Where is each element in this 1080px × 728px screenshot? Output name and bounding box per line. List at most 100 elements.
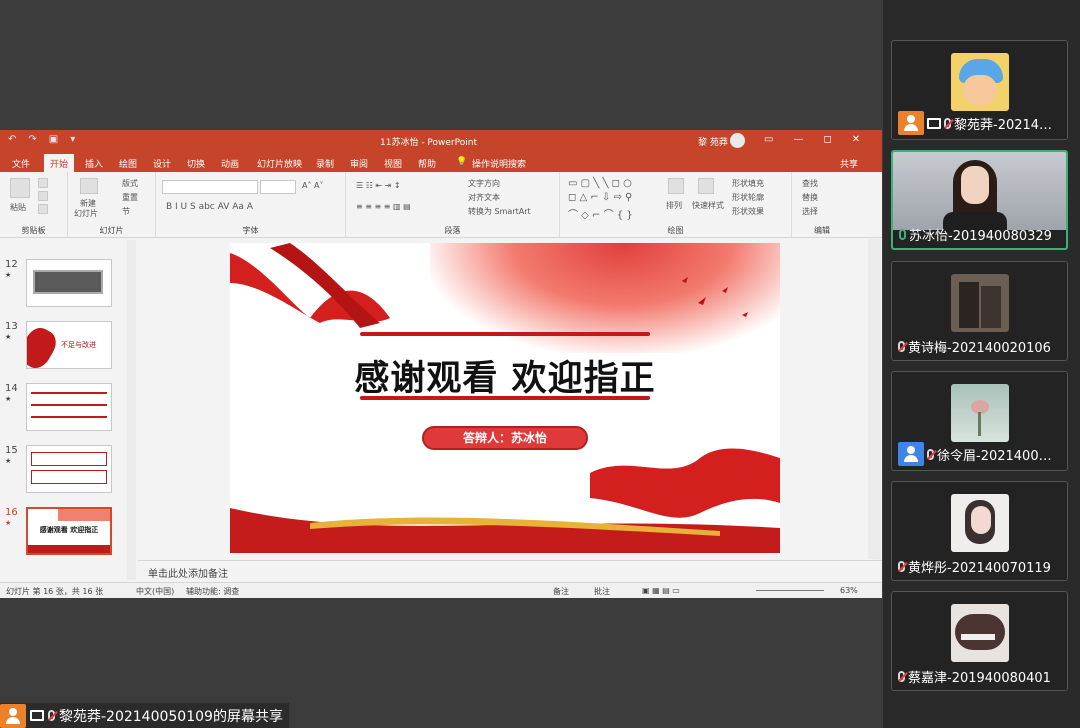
quick-styles-icon[interactable]: [698, 178, 714, 194]
format-painter-icon[interactable]: [38, 204, 48, 214]
ribbon-display-icon[interactable]: ▭: [764, 134, 773, 145]
slideshow-icon[interactable]: ▣: [49, 134, 58, 145]
font-size-buttons[interactable]: A˄ A˅: [302, 181, 324, 190]
avatar: [951, 274, 1009, 332]
font-name-input[interactable]: [162, 180, 258, 194]
document-title: 11苏冰怡 - PowerPoint: [380, 138, 477, 148]
user-avatar[interactable]: [730, 133, 745, 148]
thumb-number: 14: [5, 383, 18, 394]
thumb-number: 16: [5, 507, 18, 518]
slide-thumbnail-13[interactable]: 不足与改进: [26, 321, 112, 369]
comments-button[interactable]: 批注: [594, 586, 610, 597]
maximize-icon[interactable]: ◻: [823, 134, 831, 145]
shape-outline-button[interactable]: 形状轮廓: [732, 192, 764, 203]
replace-button[interactable]: 替换: [802, 192, 818, 203]
tell-me-search[interactable]: 操作说明搜索: [472, 157, 526, 170]
slide-thumbnail-12[interactable]: [26, 259, 112, 307]
view-buttons[interactable]: ▣ ▦ ▤ ▭: [642, 586, 680, 595]
shape-effects-button[interactable]: 形状效果: [732, 206, 764, 217]
mic-muted-icon: [898, 561, 905, 572]
mic-on-icon: [899, 229, 906, 240]
participant-name: 黎苑莽-20214…: [954, 117, 1053, 133]
tab-design[interactable]: 设计: [153, 157, 171, 170]
participant-label: 黎苑莽-20214…: [898, 111, 1052, 135]
thumb-number: 12: [5, 259, 18, 270]
close-icon[interactable]: ✕: [852, 134, 860, 145]
participant-tile[interactable]: 黄诗梅-202140020106: [891, 261, 1068, 361]
slide-thumbnail-15[interactable]: [26, 445, 112, 493]
paste-icon[interactable]: [10, 178, 30, 198]
new-slide-label-2[interactable]: 幻灯片: [74, 208, 98, 219]
redo-icon[interactable]: ↷: [28, 134, 36, 145]
shape-fill-button[interactable]: 形状填充: [732, 178, 764, 189]
participant-tile[interactable]: 徐令眉-2021400…: [891, 371, 1068, 471]
participant-tile[interactable]: 黎苑莽-20214…: [891, 40, 1068, 140]
reset-button[interactable]: 重置: [122, 192, 138, 203]
tab-transitions[interactable]: 切换: [187, 157, 205, 170]
slide-thumbnail-16[interactable]: 感谢观看 欢迎指正: [26, 507, 112, 555]
drawing-group-label: 绘图: [667, 226, 684, 235]
section-button[interactable]: 节: [122, 206, 130, 217]
list-buttons[interactable]: ☰ ☷ ⇤ ⇥ ↕: [356, 181, 401, 190]
tab-draw[interactable]: 绘图: [119, 157, 137, 170]
minimize-icon[interactable]: —: [793, 134, 803, 145]
user-icon: [0, 703, 26, 728]
shapes-gallery-row-2[interactable]: ◻ △ ⌐ ⇩ ⇨ ⚲: [568, 192, 632, 203]
notes-button[interactable]: 备注: [553, 586, 569, 597]
zoom-slider[interactable]: [756, 590, 824, 591]
mic-muted-icon: [944, 117, 951, 129]
arrange-icon[interactable]: [668, 178, 684, 194]
notes-pane[interactable]: 单击此处添加备注: [138, 560, 882, 582]
participant-tile[interactable]: 蔡嘉津-201940080401: [891, 591, 1068, 691]
undo-icon[interactable]: ↶: [8, 134, 16, 145]
text-direction-button[interactable]: 文字方向: [468, 178, 500, 189]
participant-label: 苏冰怡-201940080329: [899, 225, 1052, 244]
screen-share-label: 黎苑莽-202140050109的屏幕共享: [59, 708, 283, 725]
participant-tile-speaking[interactable]: 苏冰怡-201940080329: [891, 150, 1068, 250]
tab-insert[interactable]: 插入: [85, 157, 103, 170]
font-group-label: 字体: [242, 226, 259, 235]
mic-muted-icon: [898, 671, 905, 682]
accessibility[interactable]: 辅助功能: 调查: [186, 586, 239, 597]
status-bar: 幻灯片 第 16 张，共 16 张 中文(中国) 辅助功能: 调查 备注 批注 …: [0, 582, 882, 598]
copy-icon[interactable]: [38, 191, 48, 201]
shapes-gallery-row-3[interactable]: ⌒ ◇ ⌐ ⌒ { }: [568, 206, 633, 221]
quick-styles-button[interactable]: 快速样式: [692, 200, 724, 211]
tab-help[interactable]: 帮助: [418, 157, 436, 170]
current-slide[interactable]: 感谢观看 欢迎指正 答辩人：苏冰怡: [230, 243, 780, 553]
tab-slideshow[interactable]: 幻灯片放映: [257, 157, 302, 170]
language[interactable]: 中文(中国): [136, 586, 174, 597]
powerpoint-window: ↶ ↷ ▣ ▾ 11苏冰怡 - PowerPoint 黎 苑莽 ▭ — ◻ ✕ …: [0, 130, 882, 598]
tab-file[interactable]: 文件: [12, 157, 30, 170]
avatar: [951, 384, 1009, 442]
select-button[interactable]: 选择: [802, 206, 818, 217]
zoom-level[interactable]: 63%: [840, 586, 858, 595]
slide-thumbnail-14[interactable]: [26, 383, 112, 431]
tab-home[interactable]: 开始: [44, 154, 75, 174]
find-button[interactable]: 查找: [802, 178, 818, 189]
font-size-input[interactable]: [260, 180, 296, 194]
new-slide-icon[interactable]: [80, 178, 98, 194]
participant-tile[interactable]: 黄烨彤-202140070119: [891, 481, 1068, 581]
arrange-button[interactable]: 排列: [666, 200, 682, 211]
customize-icon[interactable]: ▾: [70, 134, 75, 145]
cut-icon[interactable]: [38, 178, 48, 188]
tab-review[interactable]: 审阅: [350, 157, 368, 170]
align-buttons[interactable]: ≡ ≡ ≡ ≡ ▥ ▤: [356, 202, 411, 211]
thumbnails-scrollbar[interactable]: [127, 240, 136, 580]
share-button[interactable]: 共享: [840, 157, 858, 170]
thumb-star: ★: [5, 333, 12, 341]
layout-button[interactable]: 版式: [122, 178, 138, 189]
tab-animations[interactable]: 动画: [221, 157, 239, 170]
participant-label: 黄诗梅-202140020106: [898, 337, 1051, 356]
slide-scrollbar[interactable]: [868, 239, 881, 559]
paste-label[interactable]: 粘贴: [10, 202, 26, 213]
tab-view[interactable]: 视图: [384, 157, 402, 170]
align-text-button[interactable]: 对齐文本: [468, 192, 500, 203]
smartart-button[interactable]: 转换为 SmartArt: [468, 206, 531, 217]
shapes-gallery[interactable]: ▭ ▢ ╲ ╲ ◻ ○: [568, 178, 632, 189]
tab-record[interactable]: 录制: [316, 157, 334, 170]
ppt-titlebar: ↶ ↷ ▣ ▾ 11苏冰怡 - PowerPoint 黎 苑莽 ▭ — ◻ ✕: [0, 130, 882, 152]
font-format-buttons[interactable]: B I U S abc AV Aa A: [166, 202, 253, 212]
signed-in-user[interactable]: 黎 苑莽: [698, 135, 728, 148]
